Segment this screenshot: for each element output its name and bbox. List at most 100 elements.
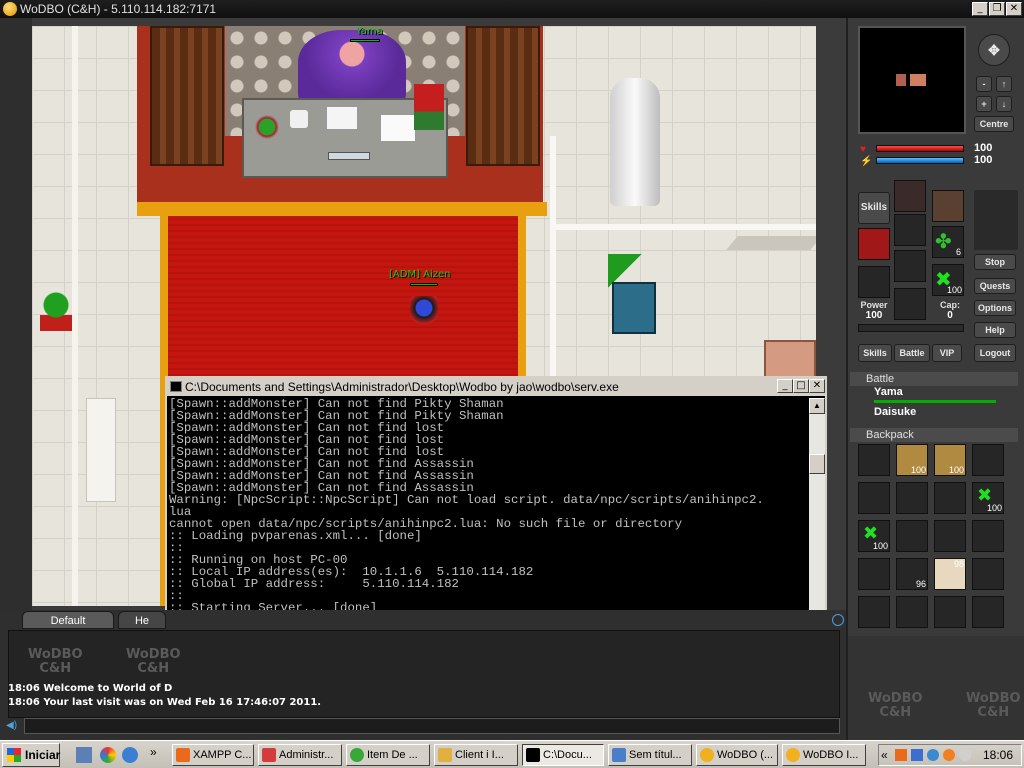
chat-messages: 18:06 Welcome to World of D 18:06 Your l… [8, 682, 828, 710]
backpack-slot[interactable] [972, 596, 1004, 628]
chat-line: 18:06 Welcome to World of D [8, 683, 173, 694]
chat-panel: Default He WoDBO C&H WoDBO C&H 18:06 Welco… [0, 610, 846, 740]
battle-entry[interactable]: Yama [874, 386, 903, 398]
chevron-left-icon[interactable]: « [881, 745, 888, 765]
stop-button[interactable]: Stop [974, 254, 1016, 270]
helmet-slot[interactable] [894, 180, 926, 212]
shop-sign-icon [612, 282, 656, 334]
backpack-slot[interactable]: ✖ 100 [972, 482, 1004, 514]
backpack-slot[interactable] [972, 444, 1004, 476]
taskbar-item[interactable]: Sem títul... [608, 744, 692, 766]
options-button[interactable]: Options [974, 300, 1016, 316]
skills-icon[interactable]: Skills [858, 192, 890, 224]
backpack-slot[interactable] [896, 596, 928, 628]
minimap[interactable] [858, 26, 966, 134]
backpack-slot[interactable]: ✖ 100 [858, 520, 890, 552]
close-button[interactable]: ✕ [1006, 2, 1022, 16]
taskbar-item[interactable]: Administr... [258, 744, 342, 766]
health-bar [876, 145, 964, 152]
taskbar-item[interactable]: Client i I... [434, 744, 518, 766]
scroll-up-icon[interactable]: ▲ [809, 398, 825, 414]
console-maximize-button[interactable]: □ [793, 379, 809, 393]
compass-icon[interactable]: ✥ [978, 34, 1010, 66]
legs-slot[interactable] [894, 250, 926, 282]
battle-entry[interactable]: Daisuke [874, 406, 916, 418]
maximize-button[interactable]: ❐ [989, 2, 1005, 16]
power-value: 100 [865, 310, 883, 321]
wall-line [72, 26, 78, 606]
centre-button[interactable]: Centre [974, 116, 1014, 132]
backpack-slot[interactable] [858, 444, 890, 476]
scroll-thumb[interactable] [809, 454, 825, 474]
shop-stand[interactable] [608, 254, 656, 338]
backpack-slot[interactable]: 96 [896, 558, 928, 590]
chat-input[interactable] [24, 718, 840, 734]
taskbar-item[interactable]: WoDBO (... [696, 744, 778, 766]
floor-up-icon[interactable]: ↑ [996, 76, 1012, 92]
console-close-button[interactable]: ✕ [809, 379, 825, 393]
console-titlebar[interactable]: C:\Documents and Settings\Administrador\… [167, 378, 825, 396]
backpack-slot[interactable] [934, 596, 966, 628]
channel-icon[interactable] [832, 614, 844, 626]
floor-down-icon[interactable]: ↓ [996, 96, 1012, 112]
browser-icon[interactable] [122, 747, 138, 763]
backpack-slot[interactable] [972, 558, 1004, 590]
zoom-in-icon[interactable]: + [976, 96, 992, 112]
start-button[interactable]: Iniciar [2, 743, 60, 767]
speaker-icon[interactable]: ◀) [6, 720, 20, 732]
taskbar-item[interactable]: WoDBO I... [782, 744, 866, 766]
document-icon [380, 114, 416, 142]
show-desktop-icon[interactable] [76, 747, 92, 763]
taskbar-item[interactable]: C:\Docu... [522, 744, 604, 766]
tab-vip[interactable]: VIP [932, 344, 962, 362]
backpack-slot[interactable]: 100 [934, 444, 966, 476]
help-button[interactable]: Help [974, 322, 1016, 338]
backpack-slot[interactable] [858, 482, 890, 514]
player-sprite[interactable] [410, 296, 438, 336]
tray-icon[interactable] [895, 749, 907, 761]
tray-icon[interactable] [927, 749, 939, 761]
ammo-slot[interactable]: ✖ 100 [932, 264, 964, 296]
console-minimize-button[interactable]: _ [777, 379, 793, 393]
taskbar-item[interactable]: Item De ... [346, 744, 430, 766]
quests-button[interactable]: Quests [974, 278, 1016, 294]
windows-logo-icon [7, 748, 21, 762]
tab-skills[interactable]: Skills [858, 344, 892, 362]
console-icon [170, 381, 182, 392]
boots-slot[interactable] [894, 288, 926, 320]
backpack-slot[interactable]: 98 [934, 558, 966, 590]
app-icon [3, 2, 17, 16]
combat-modes[interactable] [974, 190, 1018, 250]
backpack-slot[interactable]: 100 [896, 444, 928, 476]
backpack-slot[interactable] [934, 520, 966, 552]
backpack-slot[interactable] [934, 482, 966, 514]
chrome-icon[interactable] [100, 747, 116, 763]
tab-battle[interactable]: Battle [894, 344, 930, 362]
desk [242, 84, 448, 178]
zoom-out-icon[interactable]: - [976, 76, 992, 92]
ring-slot[interactable] [858, 266, 890, 298]
chevron-more-icon[interactable]: » [150, 745, 157, 759]
backpack-slot[interactable] [972, 520, 1004, 552]
minimize-button[interactable]: _ [972, 2, 988, 16]
mana-icon: ⚡ [860, 156, 873, 167]
shield-slot[interactable]: ✤ 6 [932, 226, 964, 258]
backpack-slot[interactable] [896, 520, 928, 552]
system-tray: « 18:06 [878, 744, 1022, 766]
tab-help[interactable]: He [118, 611, 166, 629]
logout-button[interactable]: Logout [974, 344, 1016, 362]
tray-icon[interactable] [959, 749, 971, 761]
tray-icon[interactable] [943, 749, 955, 761]
backpack-slot[interactable] [896, 482, 928, 514]
tab-default[interactable]: Default [22, 611, 114, 629]
armor-slot[interactable] [894, 214, 926, 246]
backpack-slot[interactable] [932, 190, 964, 222]
taskbar-item[interactable]: XAMPP C... [172, 744, 254, 766]
necklace-slot[interactable] [858, 228, 890, 260]
window-titlebar[interactable]: WoDBO (C&H) - 5.110.114.182:7171 _ ❐ ✕ [0, 0, 1024, 18]
tray-icon[interactable] [911, 749, 923, 761]
backpack-slot[interactable] [858, 596, 890, 628]
backpack-slot[interactable] [858, 558, 890, 590]
watermark: WoDBO C&H [126, 647, 181, 676]
clock[interactable]: 18:06 [983, 748, 1013, 762]
